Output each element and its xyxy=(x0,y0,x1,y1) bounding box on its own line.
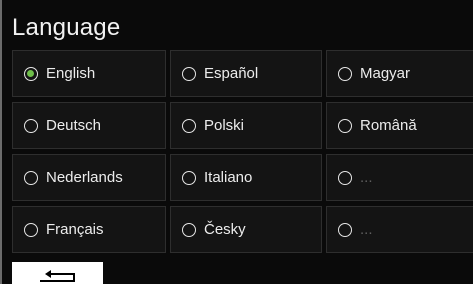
radio-icon xyxy=(182,222,196,237)
radio-icon xyxy=(338,66,352,81)
language-option-magyar[interactable]: Magyar xyxy=(326,50,473,97)
radio-icon xyxy=(24,170,38,185)
language-label: Français xyxy=(46,221,104,238)
language-label: Polski xyxy=(204,117,245,134)
radio-icon xyxy=(24,222,38,237)
language-option-more[interactable]: ... xyxy=(326,154,473,201)
language-label: Italiano xyxy=(204,169,253,186)
language-option-romana[interactable]: Română xyxy=(326,102,473,149)
language-screen: Language English Español Magyar Deutsch … xyxy=(0,0,473,284)
radio-icon xyxy=(182,118,196,133)
language-label: Română xyxy=(360,117,417,134)
radio-icon xyxy=(338,118,352,133)
page-title: Language xyxy=(12,14,121,41)
language-label: Česky xyxy=(204,221,246,238)
language-label: Nederlands xyxy=(46,169,123,186)
language-option-more-2[interactable]: ... xyxy=(326,206,473,253)
language-label: Magyar xyxy=(360,65,411,82)
language-label: Español xyxy=(204,65,259,82)
language-option-english[interactable]: English xyxy=(12,50,166,97)
radio-icon xyxy=(338,222,352,237)
radio-icon xyxy=(182,66,196,81)
language-label: Deutsch xyxy=(46,117,102,134)
language-option-deutsch[interactable]: Deutsch xyxy=(12,102,166,149)
language-label: ... xyxy=(360,221,373,238)
return-arrow-icon xyxy=(40,270,75,282)
radio-icon xyxy=(338,170,352,185)
radio-icon xyxy=(24,118,38,133)
language-option-polski[interactable]: Polski xyxy=(170,102,322,149)
language-option-cesky[interactable]: Česky xyxy=(170,206,322,253)
language-label: English xyxy=(46,65,96,82)
language-option-italiano[interactable]: Italiano xyxy=(170,154,322,201)
language-option-francais[interactable]: Français xyxy=(12,206,166,253)
language-option-espanol[interactable]: Español xyxy=(170,50,322,97)
language-label: ... xyxy=(360,169,373,186)
back-button[interactable] xyxy=(12,262,103,284)
language-option-nederlands[interactable]: Nederlands xyxy=(12,154,166,201)
radio-selected-icon xyxy=(24,66,38,81)
radio-icon xyxy=(182,170,196,185)
